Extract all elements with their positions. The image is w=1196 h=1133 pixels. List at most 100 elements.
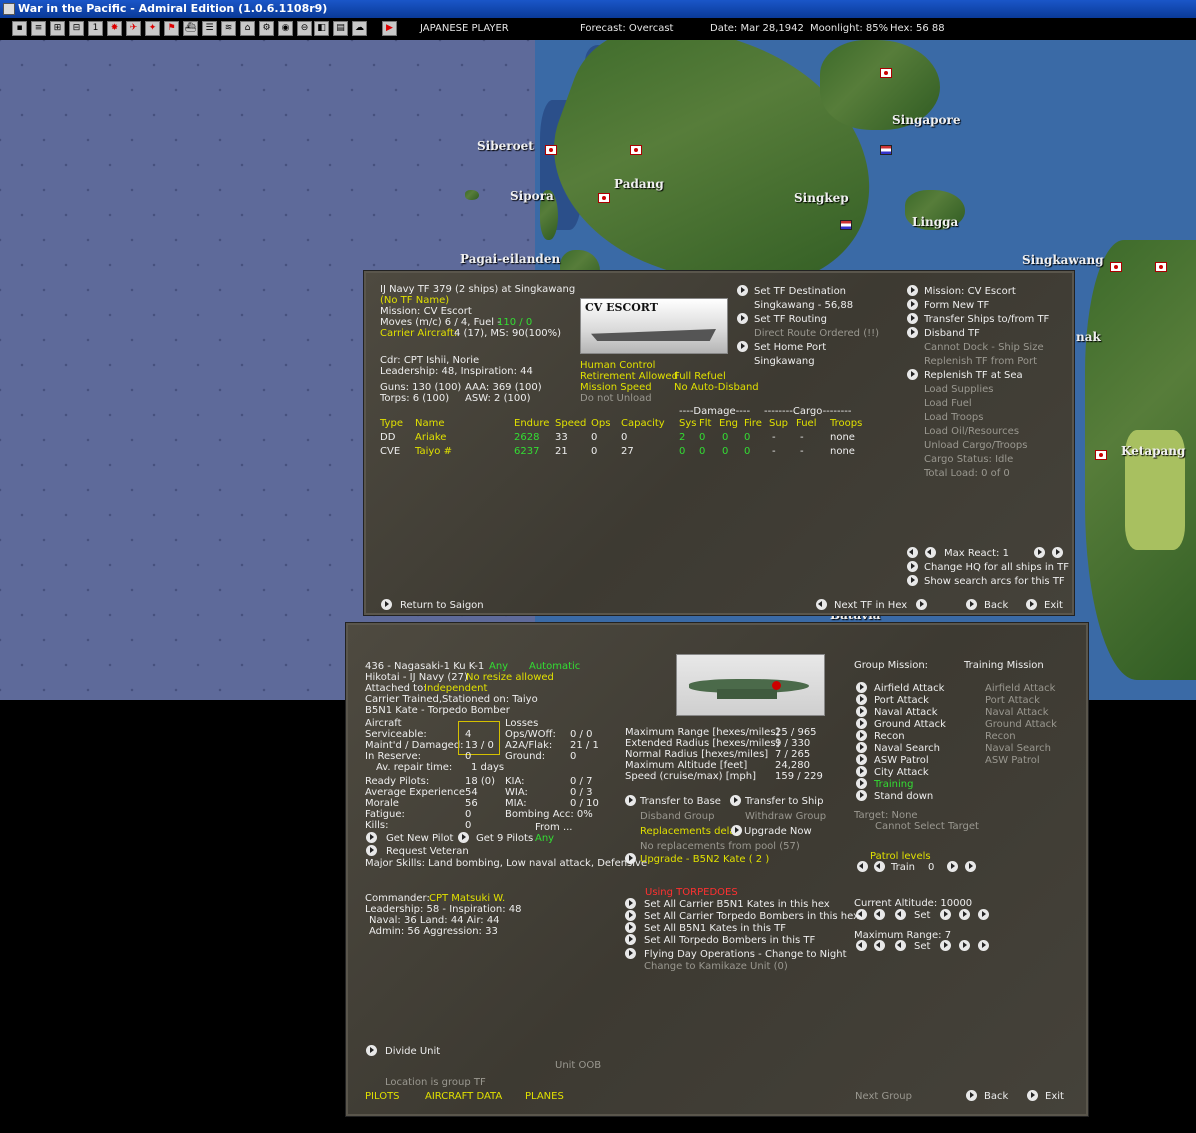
arrow-icon[interactable] xyxy=(381,599,392,610)
japanese-base-icon[interactable] xyxy=(545,145,557,155)
training-naval-attack[interactable]: Naval Attack xyxy=(985,707,1049,719)
next-group-button[interactable]: Next Group xyxy=(855,1091,912,1103)
mission-radio-icon[interactable] xyxy=(856,790,867,801)
arrow-icon[interactable] xyxy=(366,845,377,856)
disband-tf-button[interactable]: Disband TF xyxy=(924,328,980,340)
training-airfield-attack[interactable]: Airfield Attack xyxy=(985,683,1055,695)
first-icon[interactable] xyxy=(907,547,918,558)
replenish-sea-button[interactable]: Replenish TF at Sea xyxy=(924,370,1023,382)
range-inc-icon[interactable] xyxy=(940,940,951,951)
arrow-icon[interactable] xyxy=(458,832,469,843)
unit-back-button[interactable]: Back xyxy=(984,1091,1008,1103)
mission-asw-patrol[interactable]: ASW Patrol xyxy=(874,755,929,767)
from-any[interactable]: Any xyxy=(535,833,554,845)
mission-radio-icon[interactable] xyxy=(856,682,867,693)
set-destination-button[interactable]: Set TF Destination xyxy=(754,286,846,298)
range-dec-big-icon[interactable] xyxy=(874,940,885,951)
unit-exit-button[interactable]: Exit xyxy=(1045,1091,1064,1103)
mission-radio-icon[interactable] xyxy=(856,766,867,777)
dutch-base-icon[interactable] xyxy=(840,220,852,230)
mission-airfield-attack[interactable]: Airfield Attack xyxy=(874,683,944,695)
arrow-icon[interactable] xyxy=(737,341,748,352)
alt-inc-icon[interactable] xyxy=(940,909,951,920)
transfer-ships-button[interactable]: Transfer Ships to/from TF xyxy=(924,314,1049,326)
mission-ground-attack[interactable]: Ground Attack xyxy=(874,719,946,731)
return-to-button[interactable]: Return to Saigon xyxy=(400,600,484,612)
set-b5n1-tf-button[interactable]: Set All B5N1 Kates in this TF xyxy=(644,923,786,935)
exit-button[interactable]: Exit xyxy=(1044,600,1063,612)
arrow-icon[interactable] xyxy=(737,285,748,296)
mission-radio-icon[interactable] xyxy=(856,778,867,789)
arrow-icon[interactable] xyxy=(625,948,636,959)
range-first-icon[interactable] xyxy=(856,940,867,951)
do-not-unload[interactable]: Do not Unload xyxy=(580,393,652,405)
end-turn-icon[interactable]: ▶ xyxy=(382,21,397,36)
set-routing-button[interactable]: Set TF Routing xyxy=(754,314,827,326)
toolbar-button-5[interactable]: 1 xyxy=(88,21,103,36)
mission-radio-icon[interactable] xyxy=(856,718,867,729)
mission-radio-icon[interactable] xyxy=(856,694,867,705)
increase-icon[interactable] xyxy=(1034,547,1045,558)
mission-radio-icon[interactable] xyxy=(856,730,867,741)
flying-day-button[interactable]: Flying Day Operations - Change to Night xyxy=(644,949,847,961)
mission-naval-search[interactable]: Naval Search xyxy=(874,743,940,755)
arrow-icon[interactable] xyxy=(907,313,918,324)
arrow-icon[interactable] xyxy=(1026,599,1037,610)
planes-tab[interactable]: PLANES xyxy=(525,1091,564,1103)
dutch-base-icon[interactable] xyxy=(880,145,892,155)
transfer-ship-button[interactable]: Transfer to Ship xyxy=(745,796,823,808)
decrease-icon[interactable] xyxy=(925,547,936,558)
japanese-base-icon[interactable] xyxy=(1110,262,1122,272)
alt-last-icon[interactable] xyxy=(978,909,989,920)
arrow-icon[interactable] xyxy=(730,795,741,806)
arrow-icon[interactable] xyxy=(366,832,377,843)
plane-icon[interactable]: ✈ xyxy=(126,21,141,36)
arrow-icon[interactable] xyxy=(625,934,636,945)
japanese-base-icon[interactable] xyxy=(880,68,892,78)
aircraft-data-tab[interactable]: AIRCRAFT DATA xyxy=(425,1091,502,1103)
toolbar-button-3[interactable]: ⊞ xyxy=(50,21,65,36)
back-button[interactable]: Back xyxy=(984,600,1008,612)
aircraft-type[interactable]: B5N1 Kate - Torpedo Bomber xyxy=(365,705,510,717)
japanese-base-icon[interactable] xyxy=(630,145,642,155)
set-torp-tf-button[interactable]: Set All Torpedo Bombers in this TF xyxy=(644,935,815,947)
get-new-pilot-button[interactable]: Get New Pilot xyxy=(386,833,453,845)
toolbar-button-4[interactable]: ⊟ xyxy=(69,21,84,36)
arrow-icon[interactable] xyxy=(907,575,918,586)
alt-dec-icon[interactable] xyxy=(895,909,906,920)
tf-carrier-label[interactable]: Carrier Aircraft: xyxy=(380,328,457,340)
next-tf-icon[interactable] xyxy=(916,599,927,610)
training-port-attack[interactable]: Port Attack xyxy=(985,695,1040,707)
mission-port-attack[interactable]: Port Attack xyxy=(874,695,929,707)
arrow-icon[interactable] xyxy=(737,313,748,324)
upgrade-now-button[interactable]: Upgrade Now xyxy=(744,826,812,838)
arrow-icon[interactable] xyxy=(907,561,918,572)
toolbar-button-1[interactable]: ▪ xyxy=(12,21,27,36)
form-new-tf-button[interactable]: Form New TF xyxy=(924,300,989,312)
arrow-icon[interactable] xyxy=(625,853,636,864)
mission-radio-icon[interactable] xyxy=(856,742,867,753)
japanese-base-icon[interactable] xyxy=(1155,262,1167,272)
first-icon[interactable] xyxy=(857,861,868,872)
ship-name[interactable]: Ariake xyxy=(415,432,446,444)
range-last-icon[interactable] xyxy=(978,940,989,951)
toolbar-button-2[interactable]: ≡ xyxy=(31,21,46,36)
japanese-base-icon[interactable] xyxy=(1095,450,1107,460)
pilots-tab[interactable]: PILOTS xyxy=(365,1091,400,1103)
training-naval-search[interactable]: Naval Search xyxy=(985,743,1051,755)
mission-naval-attack[interactable]: Naval Attack xyxy=(874,707,938,719)
base-icon[interactable]: ⌂ xyxy=(240,21,255,36)
set-carrier-torp-button[interactable]: Set All Carrier Torpedo Bombers in this … xyxy=(644,911,859,923)
set-carrier-hex-button[interactable]: Set All Carrier B5N1 Kates in this hex xyxy=(644,899,830,911)
get-9-pilots-button[interactable]: Get 9 Pilots xyxy=(476,833,533,845)
mission-city-attack[interactable]: City Attack xyxy=(874,767,929,779)
globe-icon[interactable]: ◉ xyxy=(278,21,293,36)
training-recon[interactable]: Recon xyxy=(985,731,1016,743)
alt-dec-big-icon[interactable] xyxy=(874,909,885,920)
arrow-icon[interactable] xyxy=(907,299,918,310)
arrow-icon[interactable] xyxy=(966,599,977,610)
arrow-icon[interactable] xyxy=(1027,1090,1038,1101)
training-asw-patrol[interactable]: ASW Patrol xyxy=(985,755,1040,767)
mission-radio-icon[interactable] xyxy=(856,706,867,717)
divide-unit-button[interactable]: Divide Unit xyxy=(385,1046,440,1058)
